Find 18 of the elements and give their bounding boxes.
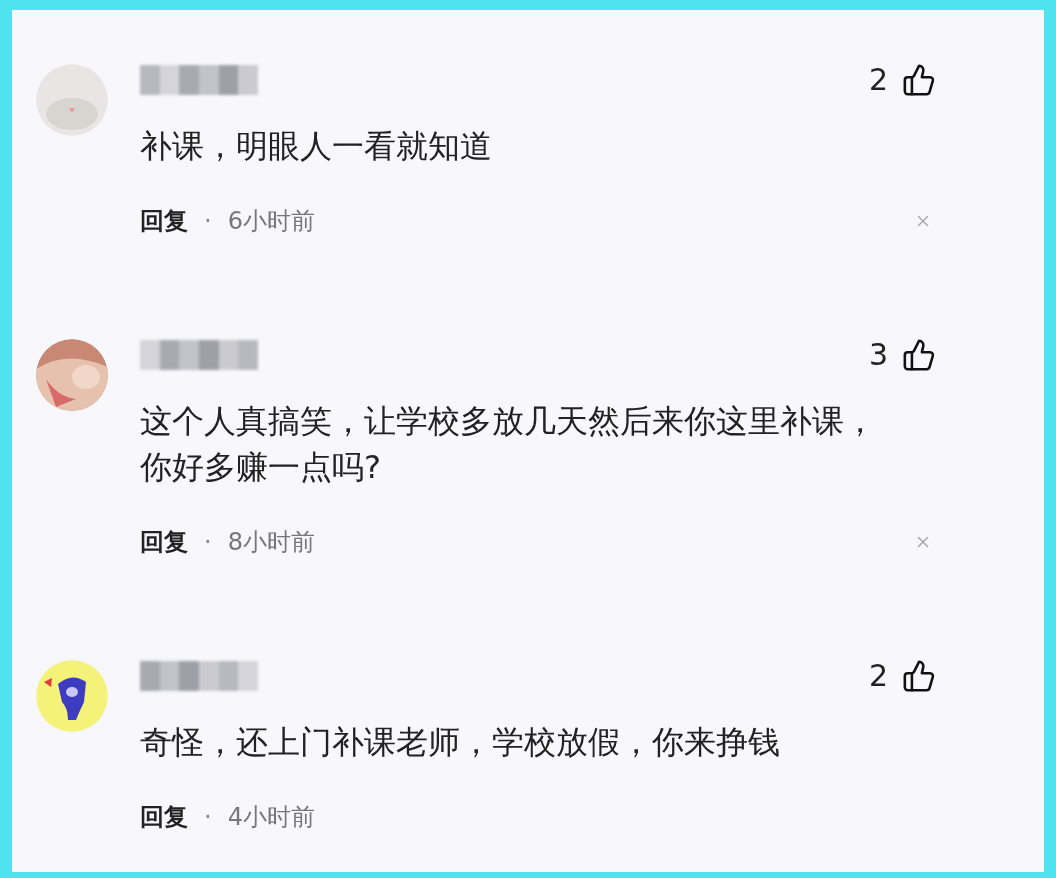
like-count: 3	[868, 337, 888, 372]
separator-dot: ·	[204, 528, 212, 556]
thumbs-up-icon[interactable]	[902, 658, 936, 693]
reply-link[interactable]: 回复	[140, 205, 188, 237]
separator-dot: ·	[204, 207, 212, 235]
comment-time: 8小时前	[227, 527, 315, 558]
reply-link[interactable]: 回复	[140, 526, 188, 558]
comment-text: 补课，明眼人一看就知道	[140, 126, 493, 167]
comment-text: 奇怪，还上门补课老师，学校放假，你来挣钱	[140, 722, 781, 763]
thumbs-up-icon[interactable]	[902, 62, 936, 97]
comment-time: 6小时前	[227, 206, 315, 237]
like-count: 2	[868, 62, 888, 97]
reply-link[interactable]: 回复	[140, 801, 188, 833]
thumbs-up-icon[interactable]	[902, 337, 936, 372]
comment-time: 4小时前	[227, 802, 315, 833]
like-count: 2	[868, 658, 888, 693]
comment-text: 这个人真搞笑，让学校多放几天然后来你这里补课，你好多赚一点吗?	[140, 401, 877, 488]
separator-dot: ·	[204, 803, 212, 831]
